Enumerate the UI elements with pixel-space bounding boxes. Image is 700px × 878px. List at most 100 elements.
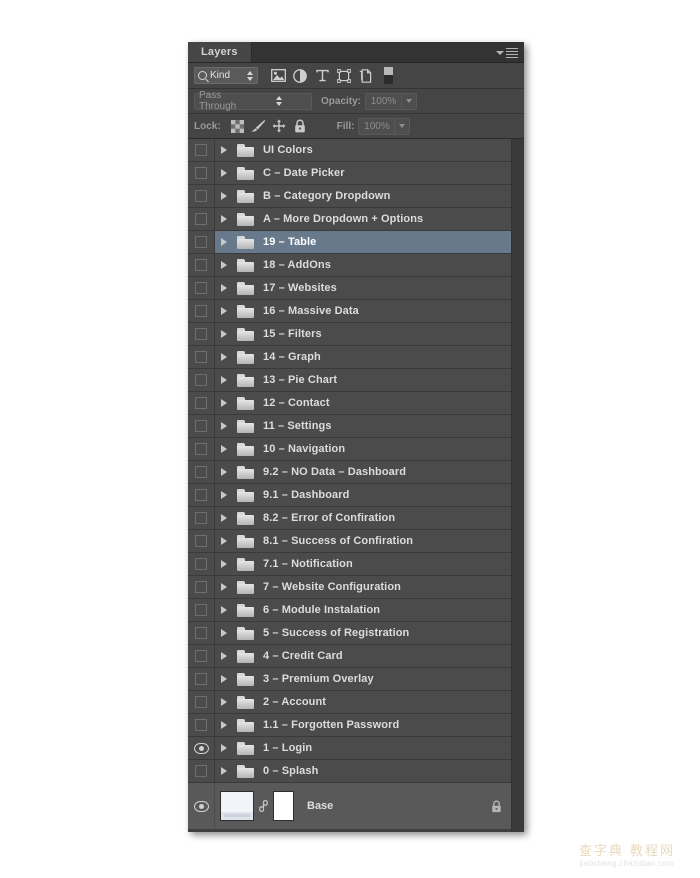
layer-visibility-off-icon[interactable]: [188, 369, 215, 391]
group-expand-arrow-icon[interactable]: [215, 169, 232, 177]
fill-input[interactable]: 100%: [358, 118, 394, 135]
layer-visibility-off-icon[interactable]: [188, 461, 215, 483]
layer-visibility-off-icon[interactable]: [188, 576, 215, 598]
layer-visibility-off-icon[interactable]: [188, 507, 215, 529]
panel-menu-icon[interactable]: [496, 46, 518, 59]
layer-row[interactable]: 9.2 – NO Data – Dashboard: [188, 461, 511, 484]
layer-row[interactable]: C – Date Picker: [188, 162, 511, 185]
group-expand-arrow-icon[interactable]: [215, 767, 232, 775]
layer-visibility-off-icon[interactable]: [188, 162, 215, 184]
layer-visibility-off-icon[interactable]: [188, 300, 215, 322]
layer-visibility-on-icon[interactable]: [188, 737, 215, 759]
layer-row[interactable]: 0 – Splash: [188, 760, 511, 783]
group-expand-arrow-icon[interactable]: [215, 491, 232, 499]
blend-mode-select[interactable]: Pass Through: [194, 93, 312, 110]
group-expand-arrow-icon[interactable]: [215, 468, 232, 476]
layer-visibility-off-icon[interactable]: [188, 553, 215, 575]
mask-link-icon[interactable]: [257, 791, 270, 821]
layer-visibility-off-icon[interactable]: [188, 484, 215, 506]
group-expand-arrow-icon[interactable]: [215, 307, 232, 315]
opacity-input[interactable]: 100%: [365, 93, 401, 110]
group-expand-arrow-icon[interactable]: [215, 629, 232, 637]
filter-shape-layers-icon[interactable]: [333, 66, 355, 86]
group-expand-arrow-icon[interactable]: [215, 284, 232, 292]
layer-row[interactable]: 14 – Graph: [188, 346, 511, 369]
layer-visibility-off-icon[interactable]: [188, 622, 215, 644]
layer-row[interactable]: 10 – Navigation: [188, 438, 511, 461]
layer-row[interactable]: 13 – Pie Chart: [188, 369, 511, 392]
layer-row[interactable]: 6 – Module Instalation: [188, 599, 511, 622]
group-expand-arrow-icon[interactable]: [215, 261, 232, 269]
layer-row[interactable]: 15 – Filters: [188, 323, 511, 346]
fill-dropdown-button[interactable]: [394, 118, 410, 135]
layer-row[interactable]: 7 – Website Configuration: [188, 576, 511, 599]
layers-scrollbar[interactable]: [511, 139, 524, 832]
layer-row[interactable]: 1.1 – Forgotten Password: [188, 714, 511, 737]
layer-visibility-off-icon[interactable]: [188, 346, 215, 368]
lock-transparent-pixels-icon[interactable]: [227, 116, 248, 136]
layer-row[interactable]: 8.1 – Success of Confiration: [188, 530, 511, 553]
filter-smart-object-layers-icon[interactable]: [355, 66, 377, 86]
group-expand-arrow-icon[interactable]: [215, 514, 232, 522]
layer-visibility-off-icon[interactable]: [188, 668, 215, 690]
filter-type-layers-icon[interactable]: [311, 66, 333, 86]
layer-visibility-off-icon[interactable]: [188, 645, 215, 667]
layer-row[interactable]: 18 – AddOns: [188, 254, 511, 277]
group-expand-arrow-icon[interactable]: [215, 744, 232, 752]
layer-visibility-off-icon[interactable]: [188, 231, 215, 253]
layer-row[interactable]: 12 – Contact: [188, 392, 511, 415]
group-expand-arrow-icon[interactable]: [215, 399, 232, 407]
layer-row[interactable]: B – Category Dropdown: [188, 185, 511, 208]
group-expand-arrow-icon[interactable]: [215, 146, 232, 154]
layer-row[interactable]: 16 – Massive Data: [188, 300, 511, 323]
layer-visibility-off-icon[interactable]: [188, 323, 215, 345]
filter-adjustment-layers-icon[interactable]: [289, 66, 311, 86]
layer-row[interactable]: 1 – Login: [188, 737, 511, 760]
filter-enable-toggle-icon[interactable]: [377, 66, 399, 86]
layer-visibility-on-icon[interactable]: [188, 783, 215, 829]
group-expand-arrow-icon[interactable]: [215, 215, 232, 223]
layer-row[interactable]: 11 – Settings: [188, 415, 511, 438]
layer-visibility-off-icon[interactable]: [188, 714, 215, 736]
group-expand-arrow-icon[interactable]: [215, 330, 232, 338]
tab-layers[interactable]: Layers: [188, 42, 252, 62]
group-expand-arrow-icon[interactable]: [215, 445, 232, 453]
layer-visibility-off-icon[interactable]: [188, 254, 215, 276]
layer-visibility-off-icon[interactable]: [188, 691, 215, 713]
layer-visibility-off-icon[interactable]: [188, 139, 215, 161]
group-expand-arrow-icon[interactable]: [215, 583, 232, 591]
layer-row[interactable]: 19 – Table: [188, 231, 511, 254]
layer-row[interactable]: A – More Dropdown + Options: [188, 208, 511, 231]
layer-visibility-off-icon[interactable]: [188, 392, 215, 414]
group-expand-arrow-icon[interactable]: [215, 537, 232, 545]
layer-visibility-off-icon[interactable]: [188, 277, 215, 299]
filter-pixel-layers-icon[interactable]: [267, 66, 289, 86]
group-expand-arrow-icon[interactable]: [215, 422, 232, 430]
layer-row[interactable]: 8.2 – Error of Confiration: [188, 507, 511, 530]
group-expand-arrow-icon[interactable]: [215, 652, 232, 660]
group-expand-arrow-icon[interactable]: [215, 560, 232, 568]
group-expand-arrow-icon[interactable]: [215, 721, 232, 729]
layer-thumbnail[interactable]: [220, 791, 254, 821]
layer-visibility-off-icon[interactable]: [188, 208, 215, 230]
layers-list[interactable]: UI ColorsC – Date PickerB – Category Dro…: [188, 139, 511, 832]
layer-row-base[interactable]: Base: [188, 783, 511, 829]
layer-row[interactable]: 17 – Websites: [188, 277, 511, 300]
opacity-dropdown-button[interactable]: [401, 93, 417, 110]
group-expand-arrow-icon[interactable]: [215, 238, 232, 246]
filter-kind-select[interactable]: Kind: [194, 67, 258, 84]
group-expand-arrow-icon[interactable]: [215, 675, 232, 683]
layer-visibility-off-icon[interactable]: [188, 530, 215, 552]
layer-row[interactable]: UI Colors: [188, 139, 511, 162]
lock-all-icon[interactable]: [290, 116, 311, 136]
layer-mask-thumbnail[interactable]: [273, 791, 294, 821]
group-expand-arrow-icon[interactable]: [215, 606, 232, 614]
layer-visibility-off-icon[interactable]: [188, 599, 215, 621]
layer-row[interactable]: 9.1 – Dashboard: [188, 484, 511, 507]
group-expand-arrow-icon[interactable]: [215, 353, 232, 361]
group-expand-arrow-icon[interactable]: [215, 698, 232, 706]
group-expand-arrow-icon[interactable]: [215, 192, 232, 200]
layer-visibility-off-icon[interactable]: [188, 438, 215, 460]
layer-row[interactable]: 7.1 – Notification: [188, 553, 511, 576]
layer-visibility-off-icon[interactable]: [188, 415, 215, 437]
